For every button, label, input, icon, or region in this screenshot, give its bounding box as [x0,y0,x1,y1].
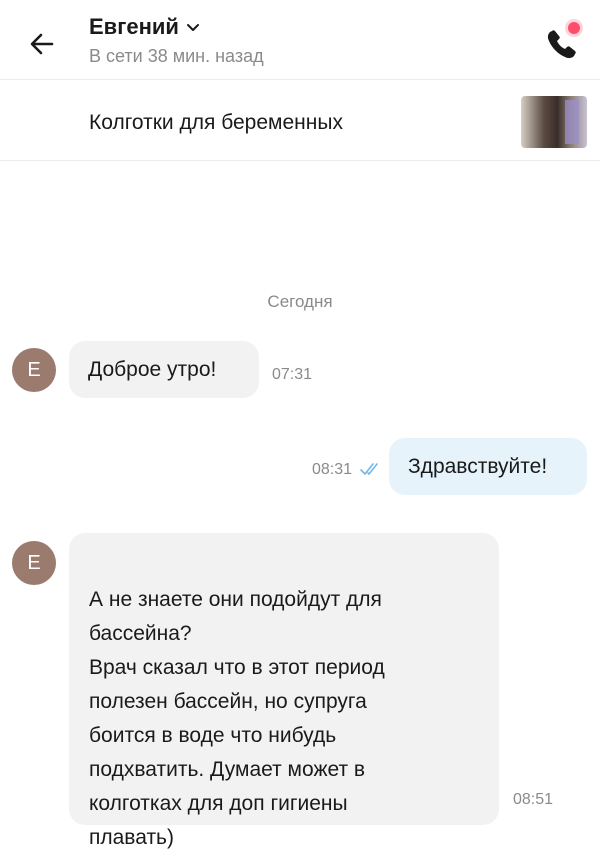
chat-header: Евгений В сети 38 мин. назад [0,0,600,80]
product-package-image [565,100,579,144]
call-button[interactable] [540,22,584,66]
chevron-down-icon [186,24,199,31]
avatar-letter: Е [27,551,41,574]
message-time: 07:31 [272,366,313,383]
product-thumbnail[interactable] [521,96,587,148]
product-title: Колготки для беременных [89,111,343,134]
outgoing-message-bubble[interactable]: Здравствуйте! [389,438,587,495]
back-button[interactable] [22,24,62,64]
contact-name-row[interactable]: Евгений [89,14,264,40]
notification-dot [568,22,580,34]
avatar[interactable]: Е [12,541,56,585]
product-banner[interactable]: Колготки для беременных [0,81,600,161]
online-status: В сети 38 мин. назад [89,46,264,66]
message-time: 08:31 [312,461,353,478]
day-separator: Сегодня [267,292,333,311]
avatar-letter: Е [27,358,41,381]
contact-info[interactable]: Евгений В сети 38 мин. назад [89,14,264,67]
message-text: Здравствуйте! [408,455,548,478]
incoming-message-bubble[interactable]: А не знаете они подойдут для бассейна? В… [69,533,499,849]
message-text: Доброе утро! [88,358,217,381]
arrow-left-icon [30,33,54,55]
double-check-icon [360,463,378,475]
contact-name: Евгений [89,14,179,39]
message-text: А не знаете они подойдут для бассейна? В… [89,588,385,849]
avatar[interactable]: Е [12,348,56,392]
message-time: 08:51 [513,791,554,808]
incoming-message-bubble[interactable]: Доброе утро! [69,341,259,398]
